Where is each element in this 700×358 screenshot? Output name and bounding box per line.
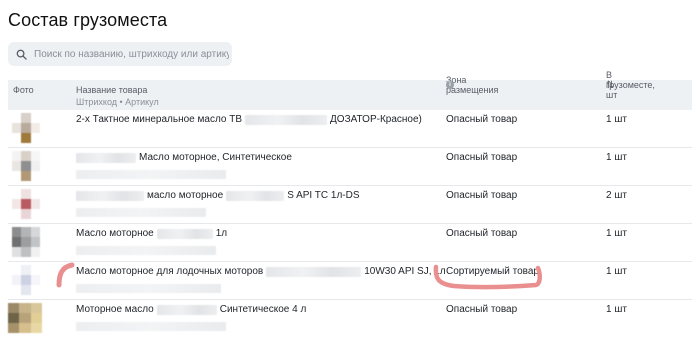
product-name-cell: Моторное масло Синтетическое 4 л [76,304,436,334]
table-row[interactable]: Масло моторное для лодочных моторов 10W3… [8,262,692,300]
product-photo [8,303,42,333]
barcode-article [76,246,216,255]
count-value: 1 шт [606,114,627,125]
product-name-cell: Масло моторное 1л [76,228,436,258]
search-input[interactable] [34,48,229,60]
barcode-article [76,208,206,217]
zone-value: Опасный товар [446,190,518,201]
table-body: 2-х Тактное минеральное масло ТВ ДОЗАТОР… [8,110,692,338]
product-name-text: Моторное масло [76,304,154,315]
count-value: 1 шт [606,304,627,315]
sort-icon[interactable]: ⇅ [606,80,614,91]
table-row[interactable]: 2-х Тактное минеральное масло ТВ ДОЗАТОР… [8,110,692,148]
product-photo [12,113,40,143]
product-name-cell: масло моторное S API TC 1л-DS [76,190,436,220]
product-photo [12,151,40,181]
zone-value: Опасный товар [446,114,518,125]
search-icon [16,49,27,60]
barcode-article [76,322,226,331]
zone-value: Сортируемый товар [446,266,539,277]
redacted-text [76,190,144,201]
product-name-text: 1л [215,228,228,239]
column-header-photo: Фото [13,85,34,95]
zone-value: Опасный товар [446,152,518,163]
product-name-cell: 2-х Тактное минеральное масло ТВ ДОЗАТОР… [76,114,436,144]
redacted-text [156,228,213,239]
redacted-text [266,266,362,277]
info-icon[interactable]: i [446,81,454,89]
barcode-article [76,170,226,179]
table-header: Фото Название товара Штрихкод • Артикул … [8,70,692,110]
page-title: Состав грузоместа [8,10,168,30]
product-name-text: 10W30 API SJ, 1л [364,266,446,277]
barcode-article [76,284,221,293]
redacted-text [76,152,136,163]
redacted-text [245,114,328,125]
count-value: 2 шт [606,190,627,201]
product-name-text: Масло моторное [76,228,154,239]
zone-value: Опасный товар [446,228,518,239]
product-name-text: масло моторное [147,190,224,201]
product-name-text: Масло моторное, Синтетическое [139,152,292,163]
search-bar[interactable] [8,42,232,66]
count-value: 1 шт [606,266,627,277]
product-name-text: Масло моторное для лодочных моторов [76,266,264,277]
redacted-text [156,304,217,315]
count-value: 1 шт [606,152,627,163]
product-name-text: 2-х Тактное минеральное масло ТВ [76,114,243,125]
table-row[interactable]: Масло моторное, Синтетическое Опасный то… [8,148,692,186]
zone-value: Опасный товар [446,304,518,315]
product-photo [12,189,40,219]
product-name-text: ДОЗАТОР-Красное) [330,114,422,125]
table-row[interactable]: Масло моторное 1л Опасный товар 1 шт [8,224,692,262]
product-photo [12,227,40,257]
redacted-text [226,190,285,201]
table-row[interactable]: Моторное масло Синтетическое 4 л Опасный… [8,300,692,338]
product-name-text: S API TC 1л-DS [287,190,360,201]
product-name-text: Синтетическое 4 л [219,304,307,315]
table-row[interactable]: масло моторное S API TC 1л-DS Опасный то… [8,186,692,224]
count-value: 1 шт [606,228,627,239]
column-header-name-sub: Штрихкод • Артикул [76,97,159,107]
product-photo [12,265,40,295]
column-header-name: Название товара [76,85,148,95]
product-name-cell: Масло моторное, Синтетическое [76,152,436,182]
product-name-cell: Масло моторное для лодочных моторов 10W3… [76,266,446,296]
